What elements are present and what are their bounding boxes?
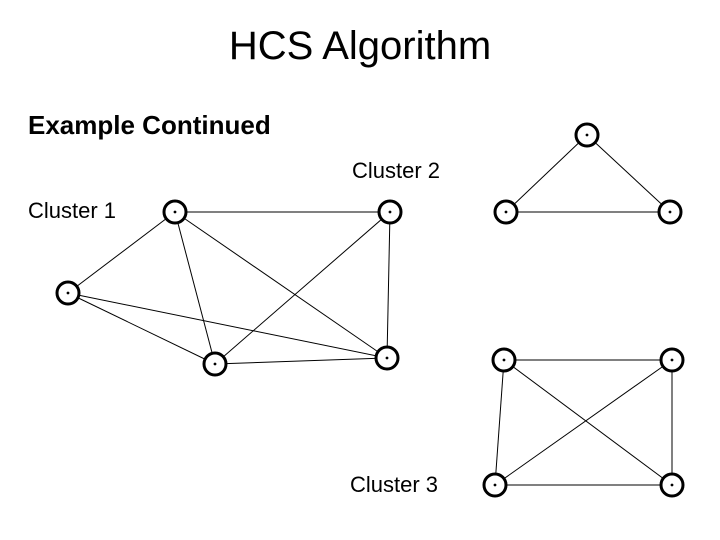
graph-node bbox=[376, 347, 398, 369]
graph-node bbox=[659, 201, 681, 223]
graph-node bbox=[204, 353, 226, 375]
graph-edge bbox=[68, 212, 175, 293]
graph-edge bbox=[495, 360, 504, 485]
graph-node bbox=[164, 201, 186, 223]
graph-node bbox=[493, 349, 515, 371]
graph-edge bbox=[175, 212, 215, 364]
graph-edge bbox=[215, 358, 387, 364]
graph-edge bbox=[504, 360, 672, 485]
graph-node bbox=[379, 201, 401, 223]
graph-edge bbox=[506, 135, 587, 212]
graph-node bbox=[57, 282, 79, 304]
graph-node bbox=[484, 474, 506, 496]
graph-node bbox=[661, 474, 683, 496]
graph-node bbox=[661, 349, 683, 371]
graph-canvas bbox=[0, 0, 720, 540]
graph-node bbox=[495, 201, 517, 223]
graph-edge bbox=[587, 135, 670, 212]
graph-node bbox=[576, 124, 598, 146]
graph-edge bbox=[68, 293, 215, 364]
graph-edge bbox=[387, 212, 390, 358]
graph-edge bbox=[495, 360, 672, 485]
